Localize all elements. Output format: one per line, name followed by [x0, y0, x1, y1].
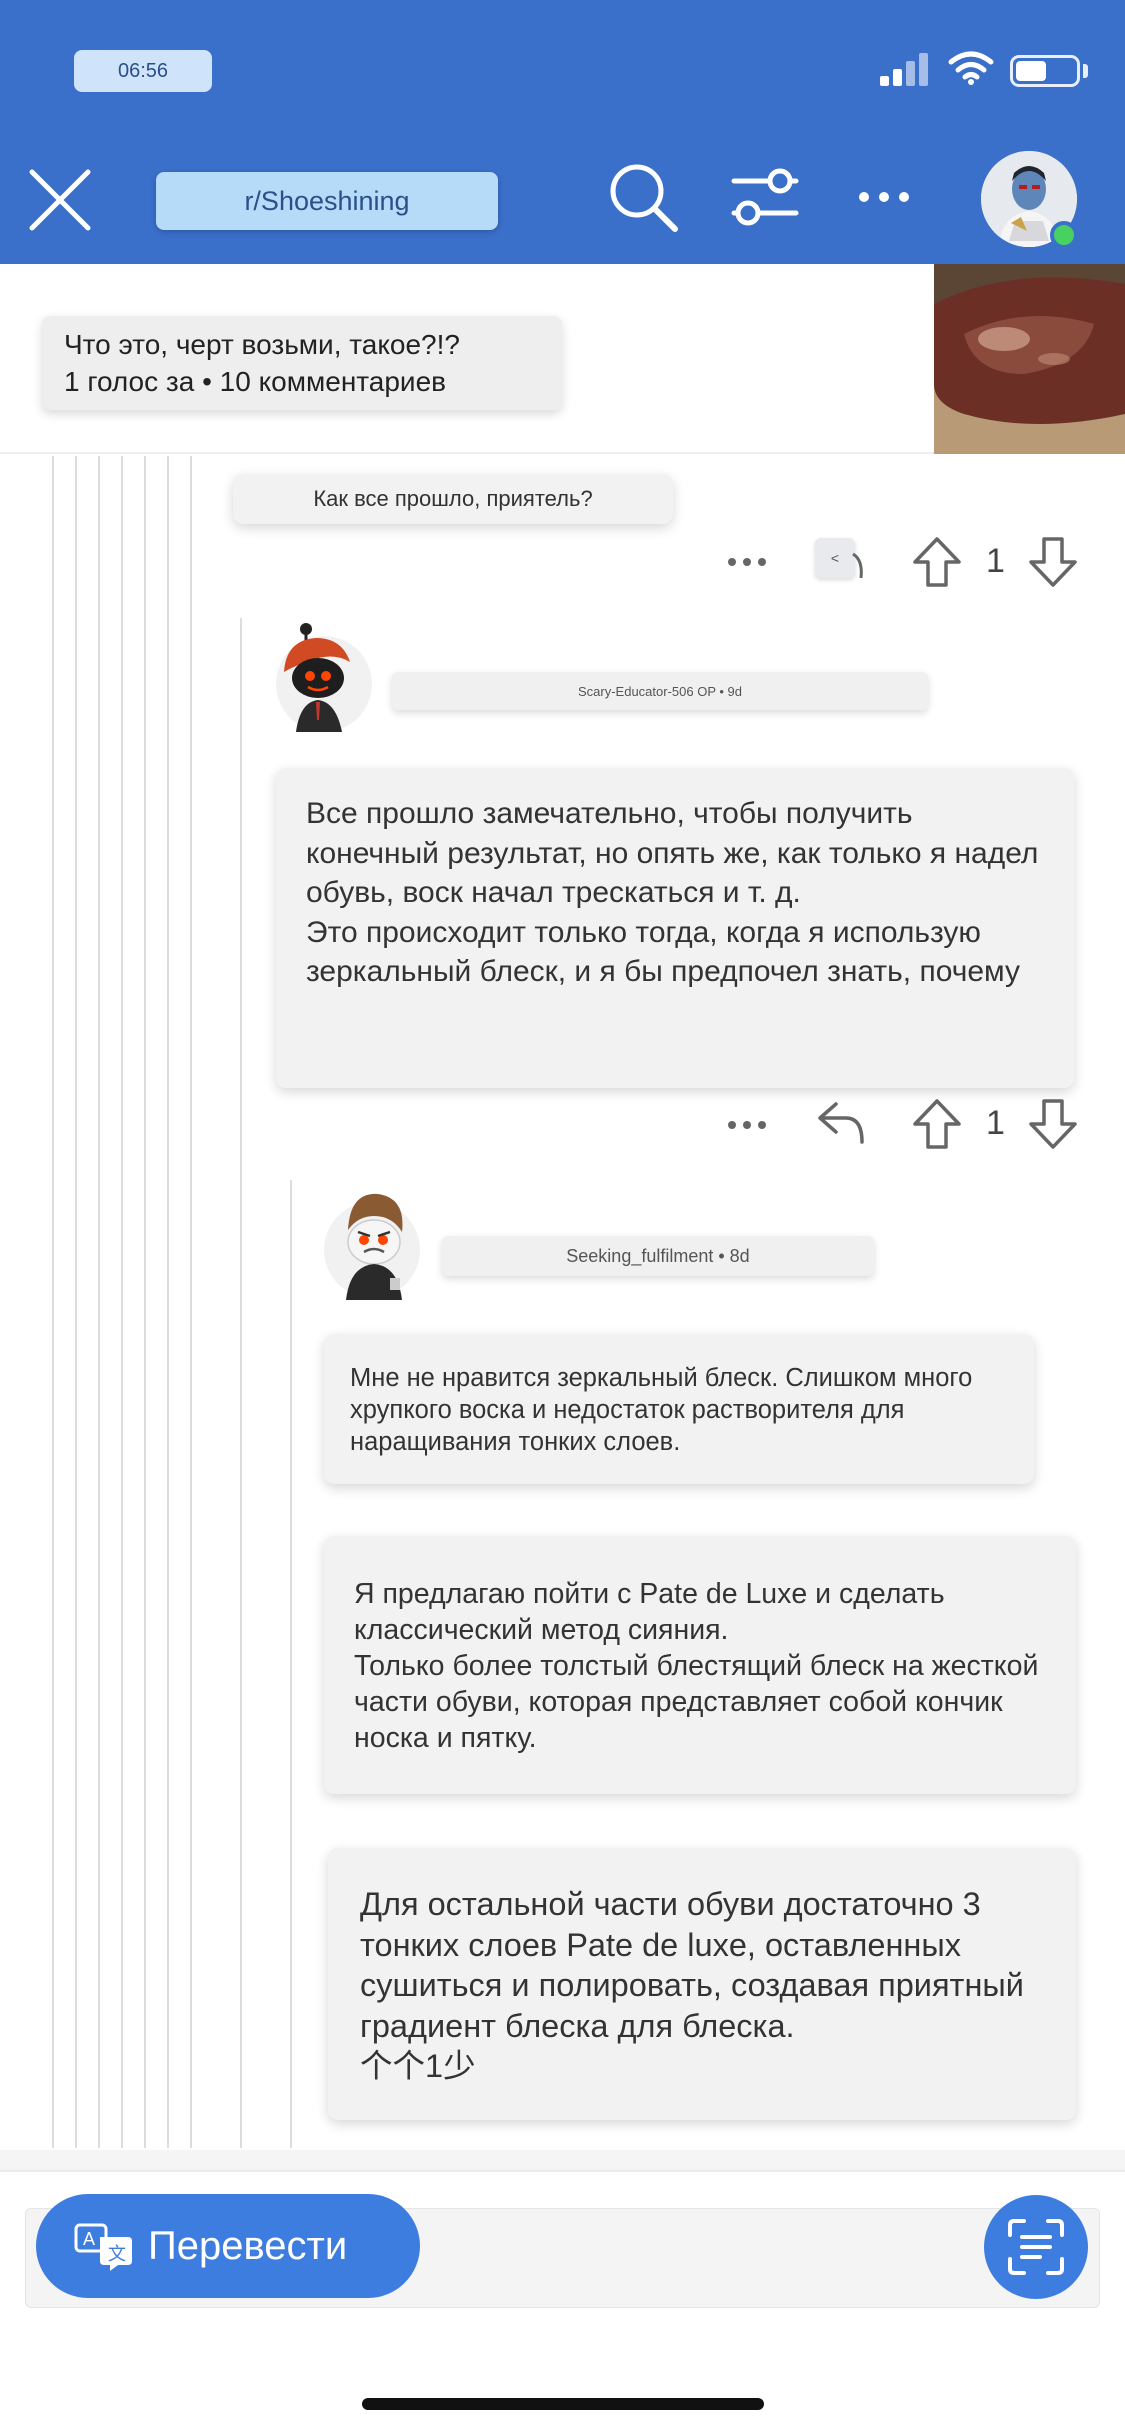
- comment-paragraph: Я предлагаю пойти с Pate de Luxe и сдела…: [324, 1536, 1076, 1794]
- reply-button[interactable]: <: [815, 538, 865, 582]
- post-summary-card[interactable]: Что это, черт возьми, такое?!? 1 голос з…: [42, 316, 562, 410]
- upvote-icon[interactable]: [912, 536, 962, 588]
- wifi-icon: [948, 51, 994, 85]
- reply-icon[interactable]: [816, 1100, 866, 1146]
- svg-text:A: A: [83, 2229, 95, 2249]
- thread-line[interactable]: [290, 1180, 292, 2148]
- online-status-dot: [1050, 221, 1078, 249]
- comment-paragraph: Мне не нравится зеркальный блеск. Слишко…: [324, 1334, 1034, 1484]
- thread-line[interactable]: [98, 456, 100, 2148]
- post-title: Что это, черт возьми, такое?!?: [64, 329, 460, 360]
- more-options-icon[interactable]: [855, 188, 913, 206]
- thread-line[interactable]: [75, 456, 77, 2148]
- reply-label: <: [815, 538, 855, 578]
- vote-count: 1: [986, 1104, 1005, 1142]
- search-icon[interactable]: [606, 160, 680, 234]
- comment-body: Все прошло замечательно, чтобы получить …: [276, 768, 1074, 1088]
- home-indicator: [362, 2398, 764, 2410]
- status-time: 06:56: [74, 50, 212, 92]
- translate-button[interactable]: A 文 Перевести: [36, 2194, 420, 2298]
- post-thumbnail[interactable]: [934, 264, 1125, 454]
- downvote-icon[interactable]: [1028, 1098, 1078, 1150]
- subreddit-name[interactable]: r/Shoeshining: [156, 172, 498, 230]
- comment-body: Как все прошло, приятель?: [233, 474, 673, 524]
- bottom-bar-divider: [0, 2150, 1125, 2172]
- thread-line[interactable]: [240, 618, 242, 2148]
- comment-meta[interactable]: Seeking_fulfilment • 8d: [442, 1236, 874, 1276]
- more-options-icon[interactable]: [726, 554, 768, 570]
- filter-sliders-icon[interactable]: [730, 166, 800, 230]
- thread-line[interactable]: [190, 456, 192, 2148]
- comment-paragraph: Для остальной части обуви достаточно 3 т…: [328, 1848, 1076, 2120]
- svg-text:文: 文: [108, 2244, 126, 2265]
- thread-line[interactable]: [144, 456, 146, 2148]
- thread-line[interactable]: [167, 456, 169, 2148]
- thread-line[interactable]: [52, 456, 54, 2148]
- scan-text-button[interactable]: [984, 2195, 1088, 2299]
- vote-count: 1: [986, 542, 1005, 580]
- more-options-icon[interactable]: [726, 1117, 768, 1133]
- battery-nub: [1083, 64, 1088, 78]
- translate-icon: A 文: [74, 2223, 132, 2271]
- upvote-icon[interactable]: [912, 1098, 962, 1150]
- commenter-avatar[interactable]: [272, 622, 374, 734]
- comment-meta[interactable]: Scary-Educator-506 OP • 9d: [392, 672, 928, 710]
- commenter-avatar[interactable]: [322, 1186, 426, 1302]
- battery-icon: [1010, 55, 1080, 87]
- translate-label: Перевести: [148, 2223, 348, 2268]
- downvote-icon[interactable]: [1028, 536, 1078, 588]
- cellular-signal-icon: [880, 52, 932, 86]
- close-icon[interactable]: [28, 168, 92, 232]
- thread-line[interactable]: [121, 456, 123, 2148]
- scan-text-icon: [1008, 2219, 1064, 2275]
- post-stats: 1 голос за • 10 комментариев: [64, 366, 447, 397]
